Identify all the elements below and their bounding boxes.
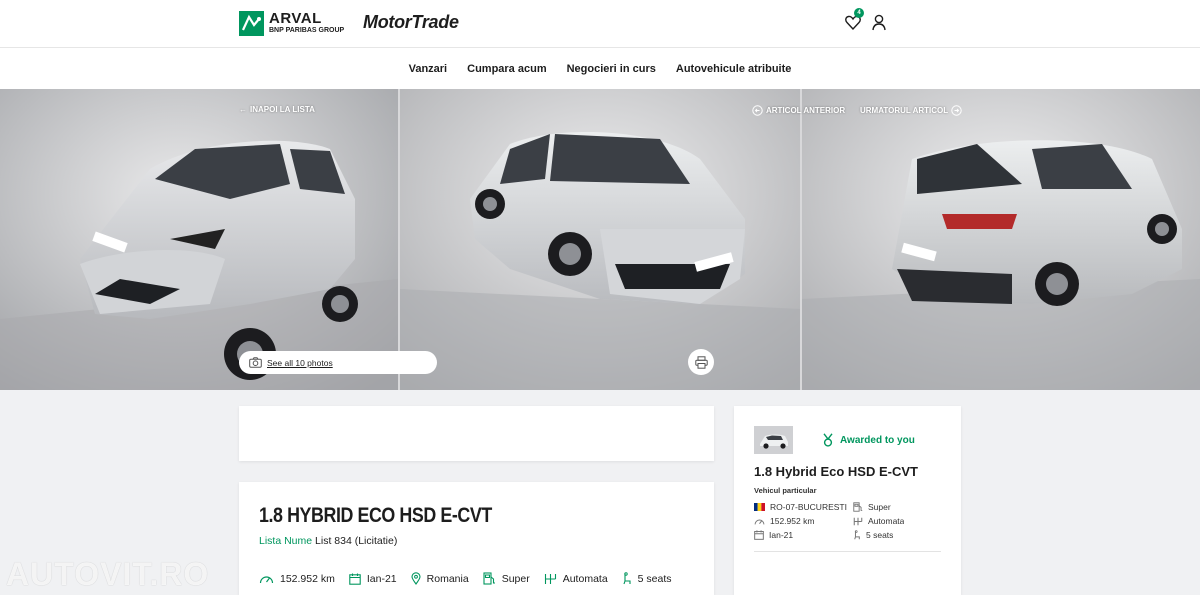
side-spec-fuel-value: Super — [868, 502, 891, 512]
main-nav: Vanzari Cumpara acum Negocieri in curs A… — [0, 48, 1200, 89]
spec-date: Ian-21 — [349, 573, 397, 585]
autovit-watermark: AUTOVIT.RO — [6, 556, 210, 592]
seat-icon — [623, 572, 631, 585]
print-button[interactable] — [688, 349, 714, 375]
spec-country: Romania — [411, 572, 469, 585]
spec-mileage-value: 152.952 km — [280, 572, 335, 585]
divider — [754, 551, 941, 552]
spec-fuel: Super — [483, 572, 530, 585]
favorites-button[interactable]: 4 — [845, 8, 864, 32]
side-vehicle-specs: RO-07-BUCURESTI Super 152.952 km Automat… — [754, 502, 941, 540]
awarded-vehicle-card: Awarded to you 1.8 Hybrid Eco HSD E-CVT … — [734, 406, 961, 595]
site-header: ARVAL BNP PARIBAS GROUP MotorTrade 4 — [0, 0, 1200, 48]
next-article-link[interactable]: URMATORUL ARTICOL — [860, 105, 962, 116]
seat-icon — [854, 530, 860, 540]
arval-logo-mark — [239, 10, 264, 36]
back-to-list-link[interactable]: ← INAPOI LA LISTA — [239, 105, 315, 114]
circle-arrow-left-icon — [752, 105, 763, 116]
side-spec-seats-value: 5 seats — [866, 530, 894, 540]
calendar-icon — [349, 573, 361, 585]
list-name-value: List 834 (Licitatie) — [315, 535, 398, 547]
spec-fuel-value: Super — [501, 572, 530, 585]
nav-item-negocieri-in-curs[interactable]: Negocieri in curs — [567, 63, 656, 75]
location-pin-icon — [411, 572, 421, 585]
printer-icon — [694, 355, 708, 369]
account-button[interactable] — [871, 12, 889, 32]
car-photo-rear[interactable] — [802, 89, 1200, 390]
romania-flag-icon — [754, 503, 765, 511]
odometer-icon — [259, 575, 274, 583]
awarded-label: Awarded to you — [840, 434, 915, 446]
gearbox-icon — [853, 517, 863, 525]
next-article-label: URMATORUL ARTICOL — [860, 106, 949, 115]
arval-sub: BNP PARIBAS GROUP — [269, 27, 345, 34]
side-spec-location: RO-07-BUCURESTI — [754, 502, 853, 512]
side-spec-location-value: RO-07-BUCURESTI — [770, 502, 847, 512]
vehicle-thumbnail[interactable] — [754, 426, 793, 454]
odometer-icon — [754, 519, 765, 525]
motortrade-logo[interactable]: MotorTrade — [363, 12, 459, 33]
favorites-count-badge: 4 — [854, 8, 864, 18]
gearbox-icon — [544, 573, 556, 584]
vehicle-details-card: 1.8 HYBRID ECO HSD E-CVT Lista Nume List… — [239, 482, 714, 595]
empty-info-card — [239, 406, 714, 461]
arval-logo[interactable]: ARVAL BNP PARIBAS GROUP — [239, 10, 344, 36]
side-vehicle-title: 1.8 Hybrid Eco HSD E-CVT — [754, 464, 918, 479]
award-medal-icon — [823, 433, 833, 447]
list-name-row: Lista Nume List 834 (Licitatie) — [259, 535, 397, 547]
user-icon — [872, 14, 886, 31]
side-spec-fuel: Super — [853, 502, 941, 512]
spec-date-value: Ian-21 — [366, 572, 397, 585]
vehicle-specs: 152.952 km Ian-21 Romania Super Automata… — [259, 572, 672, 585]
back-to-list-label: INAPOI LA LISTA — [250, 105, 315, 114]
circle-arrow-right-icon — [951, 105, 962, 116]
side-spec-mileage-value: 152.952 km — [770, 516, 815, 526]
photo-gallery: ← INAPOI LA LISTA ARTICOL ANTERIOR URMAT… — [0, 89, 1200, 390]
see-all-photos-button[interactable]: See all 10 photos — [239, 351, 437, 374]
side-spec-mileage: 152.952 km — [754, 516, 853, 526]
arval-brand: ARVAL — [269, 10, 322, 27]
spec-seats: 5 seats — [622, 572, 672, 585]
spec-country-value: Romania — [426, 572, 469, 585]
side-spec-gearbox: Automata — [853, 516, 941, 526]
car-photo-front-left[interactable] — [0, 89, 398, 390]
nav-item-autovehicule-atribuite[interactable]: Autovehicule atribuite — [676, 63, 792, 75]
fuel-pump-icon — [853, 502, 863, 512]
car-photo-front-right[interactable] — [400, 89, 800, 390]
previous-article-link[interactable]: ARTICOL ANTERIOR — [752, 105, 845, 116]
list-name-label: Lista Nume — [259, 535, 313, 547]
nav-item-cumpara-acum[interactable]: Cumpara acum — [467, 63, 546, 75]
side-spec-date-value: Ian-21 — [769, 530, 794, 540]
side-spec-date: Ian-21 — [754, 530, 853, 540]
side-spec-seats: 5 seats — [853, 530, 941, 540]
side-spec-gearbox-value: Automata — [868, 516, 905, 526]
spec-gearbox-value: Automata — [562, 572, 608, 585]
vehicle-title: 1.8 HYBRID ECO HSD E-CVT — [259, 504, 492, 527]
fuel-pump-icon — [483, 572, 495, 585]
side-vehicle-type: Vehicul particular — [754, 486, 817, 495]
spec-gearbox: Automata — [544, 573, 608, 585]
camera-icon — [249, 357, 262, 368]
arrow-left-icon: ← — [239, 105, 247, 114]
spec-mileage: 152.952 km — [259, 573, 335, 585]
see-all-photos-label: See all 10 photos — [267, 357, 333, 368]
calendar-icon — [754, 530, 764, 540]
previous-article-label: ARTICOL ANTERIOR — [766, 106, 846, 115]
awarded-status: Awarded to you — [822, 433, 915, 447]
spec-seats-value: 5 seats — [637, 572, 672, 585]
nav-item-vanzari[interactable]: Vanzari — [409, 63, 448, 75]
